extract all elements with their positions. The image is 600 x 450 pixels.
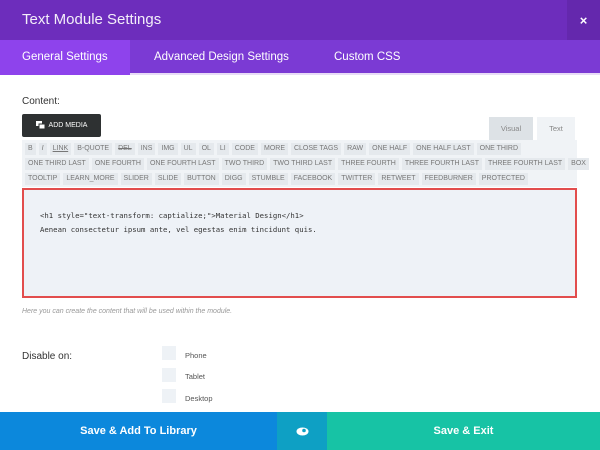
quicktag-button[interactable]: LINK bbox=[49, 143, 72, 155]
close-button[interactable]: × bbox=[567, 0, 600, 40]
content-label: Content: bbox=[22, 96, 60, 107]
quicktag-button[interactable]: DIGG bbox=[221, 173, 246, 185]
quicktag-button[interactable]: CLOSE TAGS bbox=[290, 143, 342, 155]
tab-custom-css[interactable]: Custom CSS bbox=[312, 40, 422, 75]
quicktag-button[interactable]: RETWEET bbox=[378, 173, 419, 185]
quicktag-button[interactable]: SLIDER bbox=[120, 173, 152, 185]
quicktag-button[interactable]: FEEDBURNER bbox=[421, 173, 476, 185]
quicktag-button[interactable]: RAW bbox=[344, 143, 367, 155]
checkbox-desktop-label: Desktop bbox=[185, 394, 213, 403]
quicktag-button[interactable]: TWO THIRD bbox=[221, 158, 268, 170]
quicktag-button[interactable]: UL bbox=[180, 143, 196, 155]
close-icon: × bbox=[579, 12, 588, 28]
modal-footer: Save & Add To Library Save & Exit bbox=[0, 412, 600, 450]
quicktag-button[interactable]: CODE bbox=[231, 143, 258, 155]
quicktag-button[interactable]: LEARN_MORE bbox=[63, 173, 118, 185]
checkbox-phone-label: Phone bbox=[185, 351, 207, 360]
quicktag-button[interactable]: TWITTER bbox=[338, 173, 376, 185]
quicktag-button[interactable]: ONE HALF bbox=[369, 143, 411, 155]
quicktag-button[interactable]: THREE FOURTH LAST bbox=[485, 158, 566, 170]
quicktag-button[interactable]: ONE THIRD bbox=[476, 143, 522, 155]
checkbox-tablet[interactable] bbox=[162, 368, 176, 382]
quicktag-button[interactable]: THREE FOURTH bbox=[338, 158, 399, 170]
quicktag-button[interactable]: B-QUOTE bbox=[74, 143, 113, 155]
quicktag-button[interactable]: ONE FOURTH LAST bbox=[146, 158, 219, 170]
quicktag-button[interactable]: BOX bbox=[568, 158, 589, 170]
media-icon bbox=[35, 121, 46, 130]
quicktag-button[interactable]: I bbox=[38, 143, 47, 155]
modal-title: Text Module Settings bbox=[22, 11, 162, 28]
save-exit-button[interactable]: Save & Exit bbox=[327, 412, 600, 450]
save-add-library-button[interactable]: Save & Add To Library bbox=[0, 412, 277, 450]
quicktag-button[interactable]: SLIDE bbox=[154, 173, 182, 185]
checkbox-tablet-label: Tablet bbox=[185, 372, 206, 381]
quicktag-button[interactable]: STUMBLE bbox=[248, 173, 288, 185]
quicktag-button[interactable]: PROTECTED bbox=[478, 173, 528, 185]
content-textarea[interactable]: <h1 style="text-transform: captialize;">… bbox=[22, 188, 577, 298]
quicktag-button[interactable]: ONE HALF LAST bbox=[413, 143, 474, 155]
eye-icon bbox=[296, 427, 308, 435]
content-help-text: Here you can create the content that wil… bbox=[22, 308, 233, 315]
tab-visual[interactable]: Visual bbox=[489, 117, 533, 140]
tab-text[interactable]: Text bbox=[537, 117, 575, 140]
tab-advanced-design-settings[interactable]: Advanced Design Settings bbox=[132, 40, 311, 75]
tab-bar: General Settings Advanced Design Setting… bbox=[0, 40, 600, 75]
quicktag-button[interactable]: ONE THIRD LAST bbox=[25, 158, 89, 170]
quicktag-button[interactable]: DEL bbox=[115, 143, 135, 155]
quicktag-button[interactable]: MORE bbox=[260, 143, 288, 155]
quicktag-button[interactable]: TOOLTIP bbox=[25, 173, 61, 185]
quicktag-button[interactable]: OL bbox=[198, 143, 214, 155]
quicktag-button[interactable]: THREE FOURTH LAST bbox=[401, 158, 482, 170]
quicktag-button[interactable]: INS bbox=[137, 143, 156, 155]
checkbox-desktop[interactable] bbox=[162, 389, 176, 403]
quicktag-button[interactable]: FACEBOOK bbox=[290, 173, 336, 185]
quicktag-button[interactable]: IMG bbox=[158, 143, 178, 155]
tab-general-settings[interactable]: General Settings bbox=[0, 40, 130, 75]
quicktag-button[interactable]: TWO THIRD LAST bbox=[270, 158, 336, 170]
quicktag-button[interactable]: B bbox=[25, 143, 36, 155]
modal-header: Text Module Settings × bbox=[0, 0, 600, 40]
quicktags-toolbar: B I LINK B-QUOTE DEL INS IMG UL OL LI CODE MORE CLOS… bbox=[22, 140, 589, 187]
disable-on-label: Disable on: bbox=[22, 351, 73, 362]
quicktag-button[interactable]: LI bbox=[216, 143, 229, 155]
checkbox-phone[interactable] bbox=[162, 346, 176, 360]
quicktag-button[interactable]: BUTTON bbox=[184, 173, 219, 185]
add-media-label: ADD MEDIA bbox=[48, 122, 88, 129]
quicktag-button[interactable]: ONE FOURTH bbox=[91, 158, 144, 170]
add-media-button[interactable]: ADD MEDIA bbox=[22, 114, 101, 137]
preview-button[interactable] bbox=[277, 412, 327, 450]
